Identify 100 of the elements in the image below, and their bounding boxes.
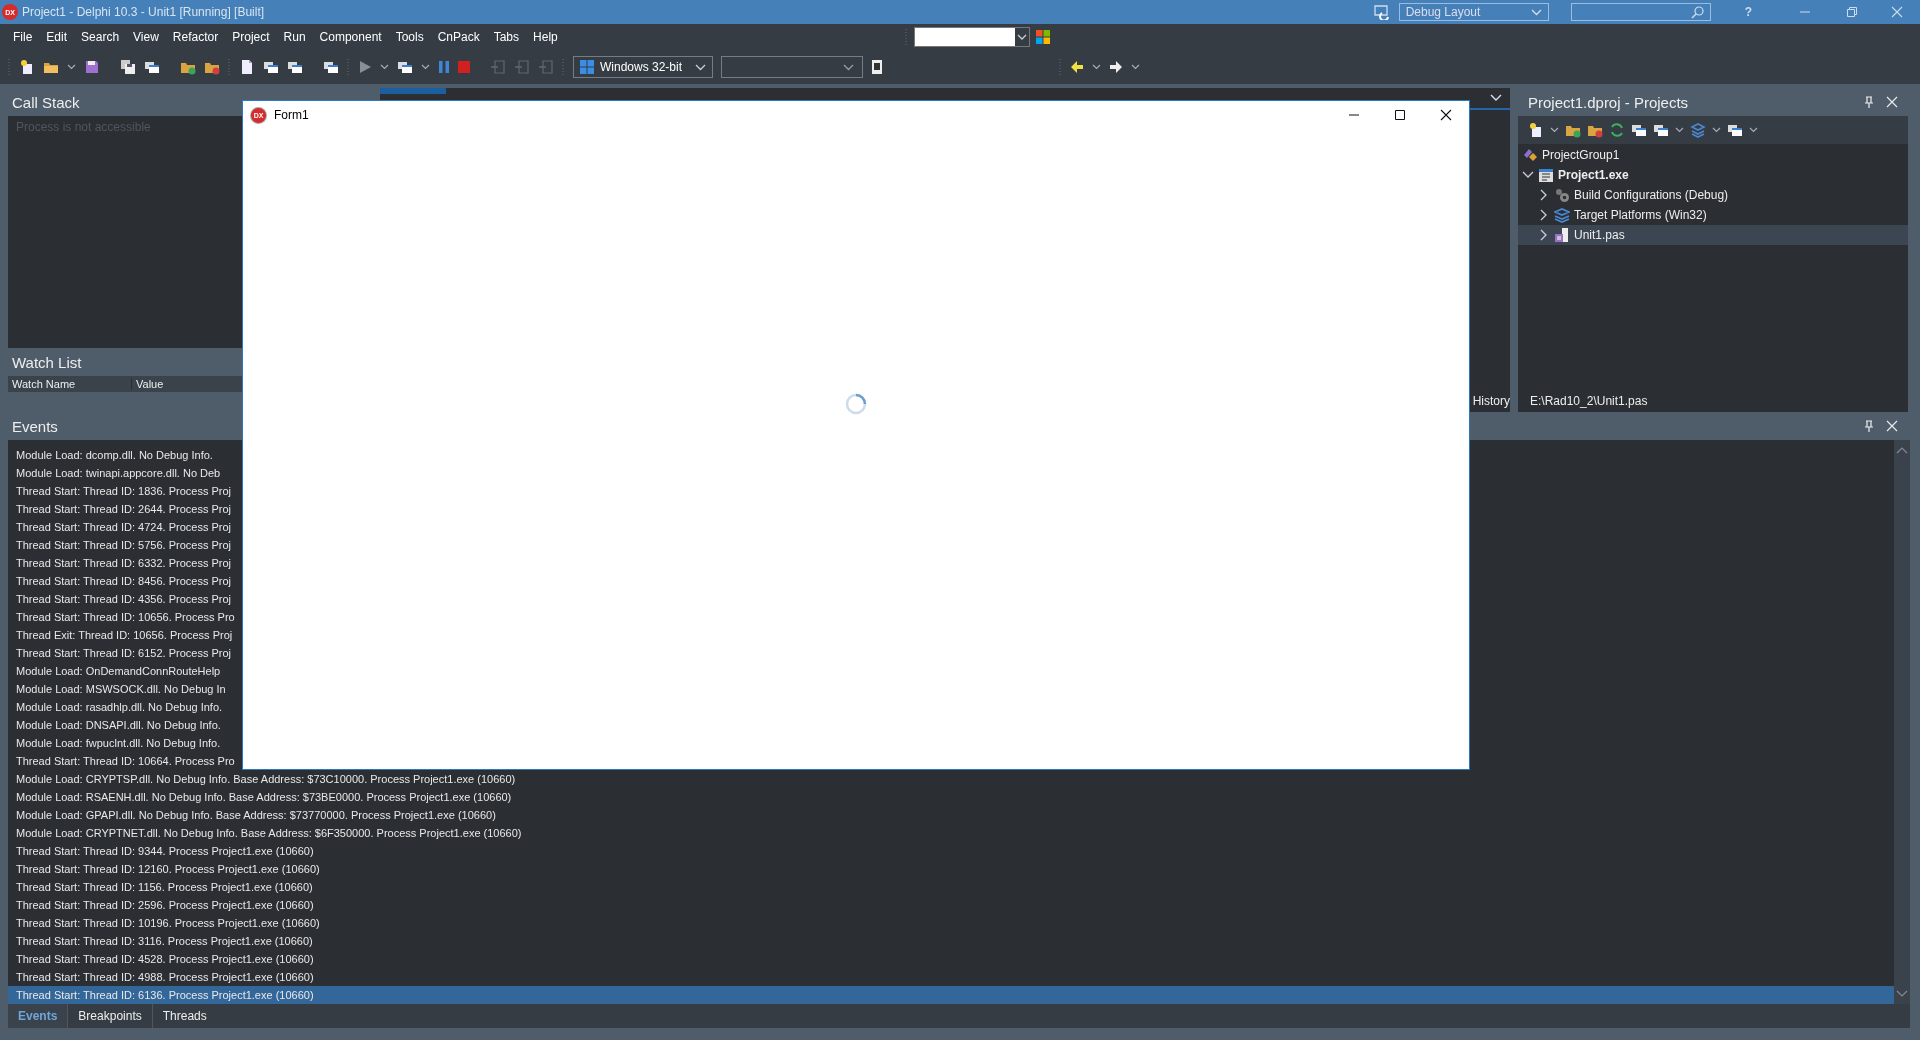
event-row[interactable]: Thread Exit: Thread ID: 10656. Process Proj: [16, 626, 233, 644]
new-item-icon[interactable]: [1528, 122, 1544, 138]
layers-icon[interactable]: [1690, 122, 1706, 138]
window-icon[interactable]: [1631, 122, 1647, 138]
event-row[interactable]: Thread Start: Thread ID: 12160. Process Project1.exe (10660): [16, 860, 320, 878]
menu-item[interactable]: CnPack: [430, 30, 487, 44]
menu-item[interactable]: Project: [225, 30, 277, 44]
window-icon[interactable]: [397, 59, 413, 75]
history-tab[interactable]: History: [1472, 394, 1510, 408]
event-row[interactable]: Module Load: CRYPTNET.dll. No Debug Info. Base Address: $6F350000. Process Project1.exe (10660): [16, 824, 522, 842]
event-row[interactable]: Thread Start: Thread ID: 2596. Process Project1.exe (10660): [16, 896, 314, 914]
device-dropdown[interactable]: [721, 56, 863, 78]
caret-icon[interactable]: [67, 64, 76, 70]
event-row[interactable]: Thread Start: Thread ID: 3116. Process Project1.exe (10660): [16, 932, 313, 950]
gears-icon: [1554, 187, 1570, 203]
device-icon[interactable]: [871, 60, 883, 74]
window-icon[interactable]: [1653, 122, 1669, 138]
window-icon[interactable]: [1727, 122, 1743, 138]
tab[interactable]: Events: [8, 1004, 68, 1028]
platform-dropdown[interactable]: Windows 32-bit: [573, 56, 713, 78]
back-arrow-icon[interactable]: [1070, 60, 1084, 74]
close-icon[interactable]: [1886, 96, 1898, 108]
tree-item[interactable]: Unit1.pas: [1518, 225, 1908, 245]
search-field[interactable]: [1570, 3, 1711, 21]
caret-icon[interactable]: [1712, 127, 1721, 133]
page-icon[interactable]: [239, 59, 255, 75]
menu-item[interactable]: Search: [74, 30, 127, 44]
menu-item[interactable]: Run: [276, 30, 313, 44]
menu-item[interactable]: Tools: [388, 30, 431, 44]
project-icon: [1538, 167, 1554, 183]
window-icon[interactable]: [287, 59, 303, 75]
event-row[interactable]: Thread Start: Thread ID: 10196. Process Project1.exe (10660): [16, 914, 320, 932]
window-icon[interactable]: [323, 59, 339, 75]
window-icon[interactable]: [144, 59, 160, 75]
tree-item[interactable]: Project1.exe: [1518, 165, 1908, 185]
event-row[interactable]: Module Load: OnDemandConnRouteHelp: [16, 662, 221, 680]
project-group-icon: [1522, 147, 1538, 163]
caret-icon[interactable]: [1131, 64, 1140, 70]
tab[interactable]: Breakpoints: [67, 1004, 152, 1028]
combo-box[interactable]: [913, 27, 1030, 47]
event-row[interactable]: Thread Start: Thread ID: 8456. Process Proj: [16, 572, 231, 590]
caret-icon[interactable]: [380, 64, 389, 70]
tab[interactable]: Threads: [151, 1004, 217, 1028]
event-row[interactable]: Thread Start: Thread ID: 6332. Process Proj: [16, 554, 231, 572]
menu-item[interactable]: Help: [526, 30, 565, 44]
forward-arrow-icon[interactable]: [1109, 60, 1123, 74]
windows-logo-icon[interactable]: [1035, 30, 1050, 44]
caret-icon[interactable]: [421, 64, 430, 70]
menu-item[interactable]: Tabs: [486, 30, 527, 44]
menu-item[interactable]: Edit: [39, 30, 75, 44]
layers-icon: [1554, 207, 1570, 223]
menu-item[interactable]: View: [126, 30, 166, 44]
scroll-down-icon[interactable]: [1896, 990, 1908, 998]
event-row[interactable]: Module Load: GPAPI.dll. No Debug Info. Base Address: $73770000. Process Project1.exe (10660): [16, 806, 496, 824]
window-title: Form1: [274, 108, 309, 122]
caret-icon[interactable]: [1749, 127, 1758, 133]
caret-icon[interactable]: [1675, 127, 1684, 133]
column-header[interactable]: Value: [132, 378, 164, 390]
caret-icon[interactable]: [1092, 64, 1101, 70]
layout-icon[interactable]: [1372, 4, 1391, 20]
close-icon[interactable]: [1886, 420, 1898, 432]
event-row[interactable]: Module Load: MSWSOCK.dll. No Debug In: [16, 680, 226, 698]
window-icon[interactable]: [263, 59, 279, 75]
event-row[interactable]: Module Load: fwpuclnt.dll. No Debug Info.: [16, 734, 221, 752]
refresh-icon[interactable]: [1609, 122, 1625, 138]
pause-icon[interactable]: [438, 60, 450, 74]
event-row[interactable]: Thread Start: Thread ID: 4528. Process Project1.exe (10660): [16, 950, 314, 968]
menu-item[interactable]: Component: [312, 30, 389, 44]
tree-item[interactable]: ProjectGroup1: [1518, 145, 1908, 165]
play-icon[interactable]: [358, 60, 372, 74]
event-row[interactable]: Thread Start: Thread ID: 9344. Process Project1.exe (10660): [16, 842, 314, 860]
event-row[interactable]: Thread Start: Thread ID: 5756. Process Proj: [16, 536, 231, 554]
save-all-icon[interactable]: [120, 59, 136, 75]
scroll-up-icon[interactable]: [1896, 446, 1908, 454]
pin-icon[interactable]: [1864, 420, 1874, 432]
event-row[interactable]: Module Load: CRYPTSP.dll. No Debug Info. Base Address: $73C10000. Process Project1.exe (10660): [16, 770, 516, 788]
event-row[interactable]: Module Load: twinapi.appcore.dll. No Deb: [16, 464, 221, 482]
event-row[interactable]: Module Load: DNSAPI.dll. No Debug Info.: [16, 716, 221, 734]
column-header[interactable]: Watch Name: [8, 378, 132, 390]
scrollbar[interactable]: [1894, 440, 1910, 1004]
event-row[interactable]: Thread Start: Thread ID: 1156. Process Project1.exe (10660): [16, 878, 313, 896]
event-row[interactable]: Thread Start: Thread ID: 4988. Process Project1.exe (10660): [16, 968, 314, 986]
event-row[interactable]: Module Load: RSAENH.dll. No Debug Info. Base Address: $73BE0000. Process Project1.exe (10660): [16, 788, 512, 806]
event-row[interactable]: Thread Start: Thread ID: 6152. Process Proj: [16, 644, 231, 662]
pin-icon[interactable]: [1864, 96, 1874, 108]
menu-item[interactable]: Refactor: [165, 30, 226, 44]
event-row[interactable]: Thread Start: Thread ID: 1836. Process Proj: [16, 482, 231, 500]
event-row[interactable]: Thread Start: Thread ID: 2644. Process Proj: [16, 500, 231, 518]
new-item-icon[interactable]: [19, 59, 35, 75]
event-row[interactable]: Module Load: rasadhlp.dll. No Debug Info.: [16, 698, 223, 716]
event-row[interactable]: Thread Start: Thread ID: 4724. Process Proj: [16, 518, 231, 536]
event-row[interactable]: Thread Start: Thread ID: 10656. Process Pro: [16, 608, 235, 626]
menu-item[interactable]: File: [6, 30, 40, 44]
caret-icon[interactable]: [1550, 127, 1559, 133]
event-row[interactable]: Thread Start: Thread ID: 6136. Process Project1.exe (10660): [8, 986, 1894, 1004]
event-row[interactable]: Thread Start: Thread ID: 4356. Process Proj: [16, 590, 231, 608]
event-row[interactable]: Module Load: dcomp.dll. No Debug Info.: [16, 446, 213, 464]
tree-item[interactable]: Target Platforms (Win32): [1518, 205, 1908, 225]
event-row[interactable]: Thread Start: Thread ID: 10664. Process Pro: [16, 752, 235, 770]
tree-item[interactable]: Build Configurations (Debug): [1518, 185, 1908, 205]
